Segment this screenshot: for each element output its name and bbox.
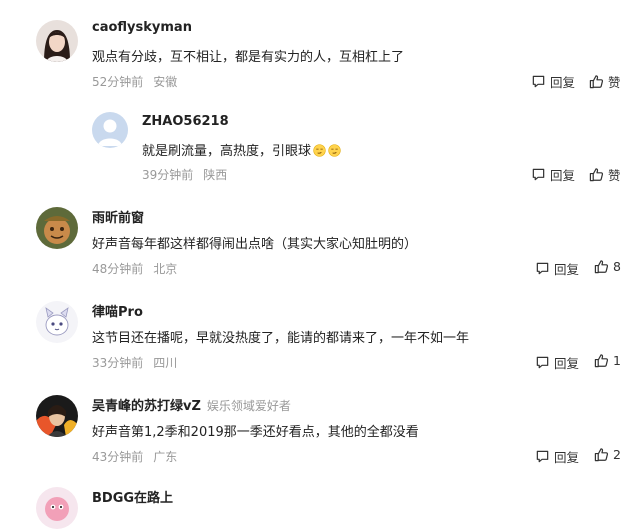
comment-text: 观点有分歧，互不相让，都是有实力的人，互相杠上了 (92, 50, 405, 65)
reply-icon (536, 450, 549, 463)
username[interactable]: ZHAO56218 (142, 114, 229, 129)
thumbs-up-icon (594, 260, 609, 274)
comment-meta: 33分钟前 四川 (92, 354, 177, 371)
thumbs-up-icon (589, 75, 604, 89)
avatar[interactable] (36, 395, 78, 437)
comment-text: 这节目还在播呢，早就没热度了，能请的都请来了，一年不如一年 (92, 331, 470, 346)
comment-time: 48分钟前 (92, 262, 144, 276)
comment-meta: 48分钟前 北京 (92, 260, 177, 277)
comment-meta: 52分钟前 安徽 (92, 73, 177, 90)
comment-location: 四川 (153, 356, 178, 370)
avatar[interactable] (36, 301, 78, 343)
reply-icon (536, 262, 549, 275)
reply-button[interactable]: 回复 (531, 72, 575, 91)
comment-item: BDGG在路上 (0, 477, 640, 529)
username[interactable]: caoflyskyman (92, 20, 192, 35)
like-button[interactable]: 8 (594, 259, 621, 274)
like-label: 赞 (608, 75, 621, 90)
like-label: 赞 (608, 168, 621, 183)
avatar[interactable] (36, 20, 78, 62)
comment-text: 好声音每年都这样都得闹出点啥（其实大家心知肚明的） (92, 237, 418, 252)
avatar[interactable] (36, 207, 78, 249)
comment-location: 广东 (153, 450, 178, 464)
avatar[interactable] (92, 112, 128, 148)
like-button[interactable]: 2 (594, 447, 621, 462)
thumbs-up-icon (594, 448, 609, 462)
like-count: 8 (613, 259, 621, 274)
like-count: 2 (613, 447, 621, 462)
comment-item: 律喵Pro 这节目还在播呢，早就没热度了，能请的都请来了，一年不如一年 33分钟… (0, 289, 640, 383)
reply-icon (532, 168, 545, 181)
comment-meta: 43分钟前 广东 (92, 448, 177, 465)
comment-meta: 39分钟前 陕西 (142, 166, 227, 183)
reply-label: 回复 (554, 262, 580, 277)
username[interactable]: 律喵Pro (92, 301, 143, 320)
like-button[interactable]: 赞 (589, 165, 621, 184)
user-badge: 娱乐领域爱好者 (206, 399, 291, 413)
reply-icon (536, 356, 549, 369)
reply-button[interactable]: 回复 (535, 447, 579, 466)
username[interactable]: BDGG在路上 (92, 487, 173, 506)
comment-location: 陕西 (203, 168, 228, 182)
comment-text-content: 就是刷流量，高热度，引眼球 (142, 144, 312, 159)
reply-button[interactable]: 回复 (535, 353, 579, 372)
like-button[interactable]: 1 (594, 353, 621, 368)
comment-item: 吴青峰的苏打绿vZ 娱乐领域爱好者 好声音第1,2季和2019那一季还好看点，其他… (0, 383, 640, 477)
username-text: 吴青峰的苏打绿vZ (92, 399, 201, 414)
comment-item: caoflyskyman 观点有分歧，互不相让，都是有实力的人，互相杠上了 52… (0, 0, 640, 100)
thumbs-up-icon (589, 168, 604, 182)
comment-time: 52分钟前 (92, 75, 144, 89)
username[interactable]: 雨昕前窗 (92, 207, 144, 226)
reply-button[interactable]: 回复 (531, 165, 575, 184)
comment-text: 好声音第1,2季和2019那一季还好看点，其他的全都没看 (92, 425, 419, 440)
username[interactable]: 吴青峰的苏打绿vZ 娱乐领域爱好者 (92, 395, 291, 414)
reply-button[interactable]: 回复 (535, 259, 579, 278)
comment-item: 雨昕前窗 好声音每年都这样都得闹出点啥（其实大家心知肚明的） 48分钟前 北京 回… (0, 195, 640, 289)
reply-label: 回复 (550, 168, 576, 183)
comment-time: 33分钟前 (92, 356, 144, 370)
reply-label: 回复 (554, 356, 580, 371)
comment-location: 北京 (153, 262, 178, 276)
reply-item: ZHAO56218 就是刷流量，高热度，引眼球 39分钟前 陕西 回复 赞 (0, 100, 640, 195)
comment-location: 安徽 (153, 75, 178, 89)
comment-time: 39分钟前 (142, 168, 194, 182)
smirk-face-icon (328, 144, 341, 157)
like-count: 1 (613, 353, 621, 368)
avatar[interactable] (36, 487, 78, 529)
like-button[interactable]: 赞 (589, 72, 621, 91)
reply-icon (532, 75, 545, 88)
thumbs-up-icon (594, 354, 609, 368)
smirk-face-icon (313, 144, 326, 157)
reply-label: 回复 (554, 450, 580, 465)
comment-text: 就是刷流量，高热度，引眼球 (142, 140, 341, 159)
comment-time: 43分钟前 (92, 450, 144, 464)
reply-label: 回复 (550, 75, 576, 90)
